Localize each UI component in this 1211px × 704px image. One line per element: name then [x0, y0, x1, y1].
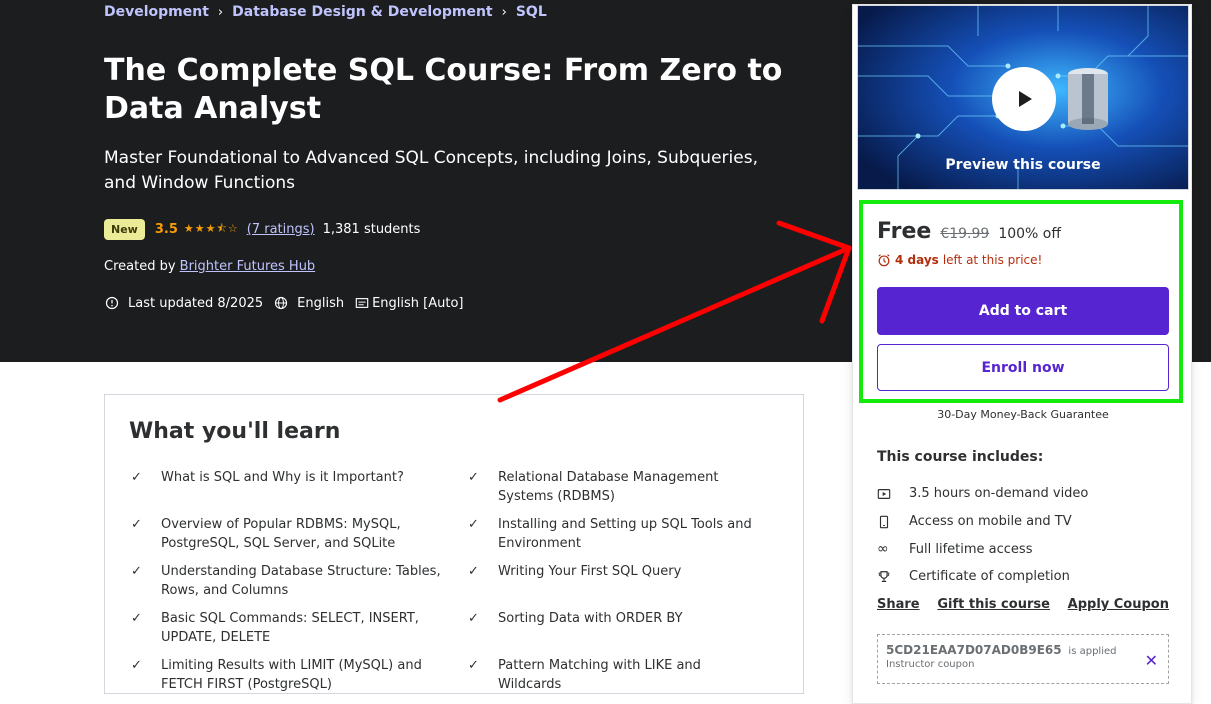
video-icon: [877, 487, 909, 501]
breadcrumb: Development › Database Design & Developm…: [104, 4, 547, 20]
course-subtitle: Master Foundational to Advanced SQL Conc…: [104, 148, 758, 193]
alert-clock-icon: [104, 295, 120, 311]
rating-row: New 3.5 ★★★⯪☆ (7 ratings) 1,381 students: [104, 219, 420, 240]
check-icon: ✓: [468, 470, 479, 485]
learn-heading: What you'll learn: [129, 419, 341, 444]
list-item: ∞ Full lifetime access: [877, 541, 1033, 558]
play-icon: [1019, 91, 1032, 107]
list-item: ✓ What is SQL and Why is it Important?: [131, 470, 404, 485]
globe-icon: [273, 295, 289, 311]
breadcrumb-sql[interactable]: SQL: [516, 4, 547, 20]
list-item: ✓ Installing and Setting up SQL Tools and…: [468, 517, 752, 551]
list-item: ✓ Sorting Data with ORDER BY: [468, 611, 683, 626]
share-link[interactable]: Share: [877, 597, 920, 612]
infinity-icon: ∞: [877, 541, 889, 558]
check-icon: ✓: [131, 611, 142, 626]
course-meta: Last updated 8/2025 English English [Aut…: [104, 295, 474, 311]
coupon-code: 5CD21EAA7D07AD0B9E65: [886, 643, 1062, 657]
check-icon: ✓: [131, 470, 142, 485]
check-icon: ✓: [468, 564, 479, 579]
ratings-count-link[interactable]: (7 ratings): [247, 222, 315, 237]
gift-course-link[interactable]: Gift this course: [937, 597, 1050, 612]
new-badge: New: [104, 219, 145, 240]
includes-title: This course includes:: [877, 449, 1044, 465]
closed-captions-icon: [354, 295, 370, 311]
check-icon: ✓: [131, 517, 142, 532]
list-item: ✓ Overview of Popular RDBMS: MySQL, Postg…: [131, 517, 401, 551]
apply-coupon-link[interactable]: Apply Coupon: [1068, 597, 1169, 612]
trophy-icon: [877, 570, 909, 584]
chevron-right-icon: ›: [501, 4, 507, 20]
list-item: ✓ Limiting Results with LIMIT (MySQL) and…: [131, 658, 422, 692]
captions-text: English [Auto]: [372, 295, 464, 311]
close-icon[interactable]: ✕: [1145, 651, 1158, 670]
course-title: The Complete SQL Course: From Zero to Da…: [104, 53, 783, 126]
coupon-applied-text: is applied: [1068, 646, 1117, 657]
mobile-icon: [877, 515, 909, 529]
language: English: [273, 295, 344, 311]
highlight-box: [859, 200, 1183, 403]
breadcrumb-database-design[interactable]: Database Design & Development: [232, 4, 493, 20]
list-item: Certificate of completion: [877, 563, 1169, 591]
created-by-label: Created by: [104, 259, 176, 274]
list-item: ✓ Relational Database Management Systems …: [468, 470, 719, 504]
list-item: Access on mobile and TV: [877, 508, 1169, 536]
list-item: ✓ Understanding Database Structure: Table…: [131, 564, 441, 598]
star-rating-icon: ★★★⯪☆: [183, 222, 239, 235]
coupon-label: Instructor coupon: [886, 659, 975, 670]
applied-coupon: 5CD21EAA7D07AD0B9E65 is applied Instruct…: [877, 634, 1169, 684]
check-icon: ✓: [131, 564, 142, 579]
last-updated-text: Last updated 8/2025: [128, 295, 264, 311]
list-item: ✓ Writing Your First SQL Query: [468, 564, 682, 579]
check-icon: ✓: [468, 658, 479, 673]
list-item: ✓ Pattern Matching with LIKE and Wildcard…: [468, 658, 701, 692]
includes-list: 3.5 hours on-demand video Access on mobi…: [877, 480, 1169, 591]
play-button[interactable]: [992, 67, 1056, 131]
rating-value: 3.5: [154, 222, 178, 237]
card-links: Share Gift this course Apply Coupon: [877, 597, 1169, 612]
language-text: English: [297, 295, 345, 311]
check-icon: ✓: [468, 611, 479, 626]
created-by: Created by Brighter Futures Hub: [104, 259, 315, 274]
coupon-code-line: 5CD21EAA7D07AD0B9E65 is applied: [886, 643, 1160, 657]
students-count: 1,381 students: [322, 222, 421, 237]
author-link[interactable]: Brighter Futures Hub: [180, 259, 316, 274]
breadcrumb-development[interactable]: Development: [104, 4, 209, 20]
check-icon: ✓: [131, 658, 142, 673]
captions: English [Auto]: [354, 295, 464, 311]
course-preview[interactable]: Preview this course: [857, 5, 1189, 190]
chevron-right-icon: ›: [217, 4, 224, 20]
last-updated: Last updated 8/2025: [104, 295, 263, 311]
what-youll-learn: What you'll learn ✓ What is SQL and Why i…: [104, 394, 804, 694]
check-icon: ✓: [468, 517, 479, 532]
learn-list: ✓ What is SQL and Why is it Important? ✓ R…: [129, 468, 779, 694]
preview-label: Preview this course: [945, 157, 1101, 173]
list-item: ✓ Basic SQL Commands: SELECT, INSERT, UPD…: [131, 611, 419, 645]
money-back-guarantee: 30-Day Money-Back Guarantee: [937, 408, 1109, 421]
list-item: 3.5 hours on-demand video: [877, 480, 1169, 508]
